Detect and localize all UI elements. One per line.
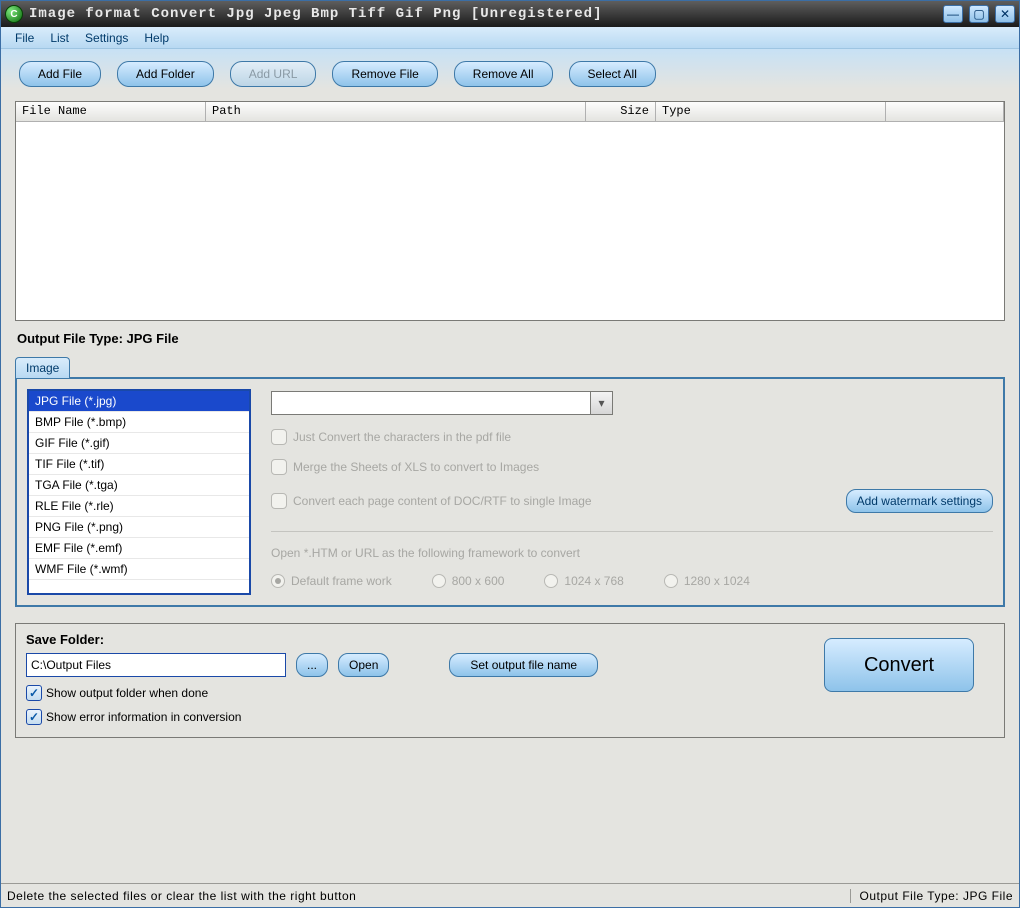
tab-area: Image JPG File (*.jpg) BMP File (*.bmp) …	[15, 356, 1005, 607]
opt-convert-page-label: Convert each page content of DOC/RTF to …	[293, 494, 592, 508]
opt-just-convert-checkbox[interactable]	[271, 429, 287, 445]
opt-just-convert-label: Just Convert the characters in the pdf f…	[293, 430, 511, 444]
frame-1024-option[interactable]: 1024 x 768	[544, 574, 623, 588]
framework-label: Open *.HTM or URL as the following frame…	[271, 546, 993, 560]
format-item-bmp[interactable]: BMP File (*.bmp)	[29, 412, 249, 433]
convert-button[interactable]: Convert	[824, 638, 974, 692]
col-size[interactable]: Size	[586, 102, 656, 121]
col-type[interactable]: Type	[656, 102, 886, 121]
opt-convert-page-checkbox[interactable]	[271, 493, 287, 509]
titlebar: C Image format Convert Jpg Jpeg Bmp Tiff…	[1, 1, 1019, 27]
opt-just-convert-row: Just Convert the characters in the pdf f…	[271, 429, 993, 445]
open-button[interactable]: Open	[338, 653, 389, 677]
menu-file[interactable]: File	[9, 29, 40, 47]
tab-image[interactable]: Image	[15, 357, 70, 378]
format-item-gif[interactable]: GIF File (*.gif)	[29, 433, 249, 454]
format-item-tif[interactable]: TIF File (*.tif)	[29, 454, 249, 475]
format-item-wmf[interactable]: WMF File (*.wmf)	[29, 559, 249, 580]
frame-1024-radio[interactable]	[544, 574, 558, 588]
frame-1280-option[interactable]: 1280 x 1024	[664, 574, 750, 588]
save-folder-input[interactable]	[26, 653, 286, 677]
status-left: Delete the selected files or clear the l…	[7, 889, 850, 903]
file-list-panel: File Name Path Size Type	[15, 101, 1005, 321]
show-error-row: ✓ Show error information in conversion	[26, 709, 994, 725]
add-file-button[interactable]: Add File	[19, 61, 101, 87]
menu-help[interactable]: Help	[138, 29, 175, 47]
opt-merge-sheets-checkbox[interactable]	[271, 459, 287, 475]
window-title: Image format Convert Jpg Jpeg Bmp Tiff G…	[29, 6, 943, 22]
toolbar: Add File Add Folder Add URL Remove File …	[15, 59, 1005, 95]
remove-file-button[interactable]: Remove File	[332, 61, 437, 87]
add-watermark-button[interactable]: Add watermark settings	[846, 489, 993, 513]
options-divider	[271, 531, 993, 532]
browse-button[interactable]: ...	[296, 653, 328, 677]
options-combo-dropdown[interactable]: ▾	[591, 391, 613, 415]
status-bar: Delete the selected files or clear the l…	[1, 883, 1019, 907]
opt-merge-sheets-row: Merge the Sheets of XLS to convert to Im…	[271, 459, 993, 475]
format-list[interactable]: JPG File (*.jpg) BMP File (*.bmp) GIF Fi…	[27, 389, 251, 595]
frame-800-radio[interactable]	[432, 574, 446, 588]
set-output-name-button[interactable]: Set output file name	[449, 653, 598, 677]
options-column: ▾ Just Convert the characters in the pdf…	[271, 389, 993, 595]
opt-merge-sheets-label: Merge the Sheets of XLS to convert to Im…	[293, 460, 539, 474]
menu-bar: File List Settings Help	[1, 27, 1019, 49]
col-file-name[interactable]: File Name	[16, 102, 206, 121]
menu-list[interactable]: List	[44, 29, 75, 47]
save-panel: Save Folder: ... Open Set output file na…	[15, 623, 1005, 738]
frame-1024-label: 1024 x 768	[564, 574, 623, 588]
frame-800-option[interactable]: 800 x 600	[432, 574, 505, 588]
close-button[interactable]: ✕	[995, 5, 1015, 23]
frame-1280-label: 1280 x 1024	[684, 574, 750, 588]
maximize-button[interactable]: ▢	[969, 5, 989, 23]
app-window: C Image format Convert Jpg Jpeg Bmp Tiff…	[0, 0, 1020, 908]
format-item-tga[interactable]: TGA File (*.tga)	[29, 475, 249, 496]
tab-body: JPG File (*.jpg) BMP File (*.bmp) GIF Fi…	[15, 377, 1005, 607]
tabstrip: Image	[15, 356, 1005, 377]
add-url-button: Add URL	[230, 61, 317, 87]
format-item-jpg[interactable]: JPG File (*.jpg)	[29, 391, 249, 412]
show-output-folder-label: Show output folder when done	[46, 686, 208, 700]
file-list-headers: File Name Path Size Type	[16, 102, 1004, 122]
opt-convert-page-row: Convert each page content of DOC/RTF to …	[271, 493, 826, 509]
frame-default-option[interactable]: Default frame work	[271, 574, 392, 588]
options-combo: ▾	[271, 391, 993, 415]
show-error-label: Show error information in conversion	[46, 710, 241, 724]
select-all-button[interactable]: Select All	[569, 61, 656, 87]
frame-1280-radio[interactable]	[664, 574, 678, 588]
options-combo-input[interactable]	[271, 391, 591, 415]
app-icon: C	[5, 5, 23, 23]
framework-row: Default frame work 800 x 600 1024 x 768	[271, 574, 993, 588]
menu-settings[interactable]: Settings	[79, 29, 134, 47]
format-item-rle[interactable]: RLE File (*.rle)	[29, 496, 249, 517]
col-spacer	[886, 102, 1004, 121]
status-right: Output File Type: JPG File	[850, 889, 1013, 903]
file-list-body[interactable]	[16, 122, 1004, 320]
remove-all-button[interactable]: Remove All	[454, 61, 553, 87]
output-file-type-label: Output File Type: JPG File	[15, 327, 1005, 350]
frame-default-radio[interactable]	[271, 574, 285, 588]
format-item-png[interactable]: PNG File (*.png)	[29, 517, 249, 538]
frame-800-label: 800 x 600	[452, 574, 505, 588]
frame-default-label: Default frame work	[291, 574, 392, 588]
main-content: Add File Add Folder Add URL Remove File …	[1, 49, 1019, 883]
window-controls: — ▢ ✕	[943, 5, 1015, 23]
minimize-button[interactable]: —	[943, 5, 963, 23]
show-error-checkbox[interactable]: ✓	[26, 709, 42, 725]
show-output-folder-checkbox[interactable]: ✓	[26, 685, 42, 701]
format-item-emf[interactable]: EMF File (*.emf)	[29, 538, 249, 559]
col-path[interactable]: Path	[206, 102, 586, 121]
add-folder-button[interactable]: Add Folder	[117, 61, 214, 87]
